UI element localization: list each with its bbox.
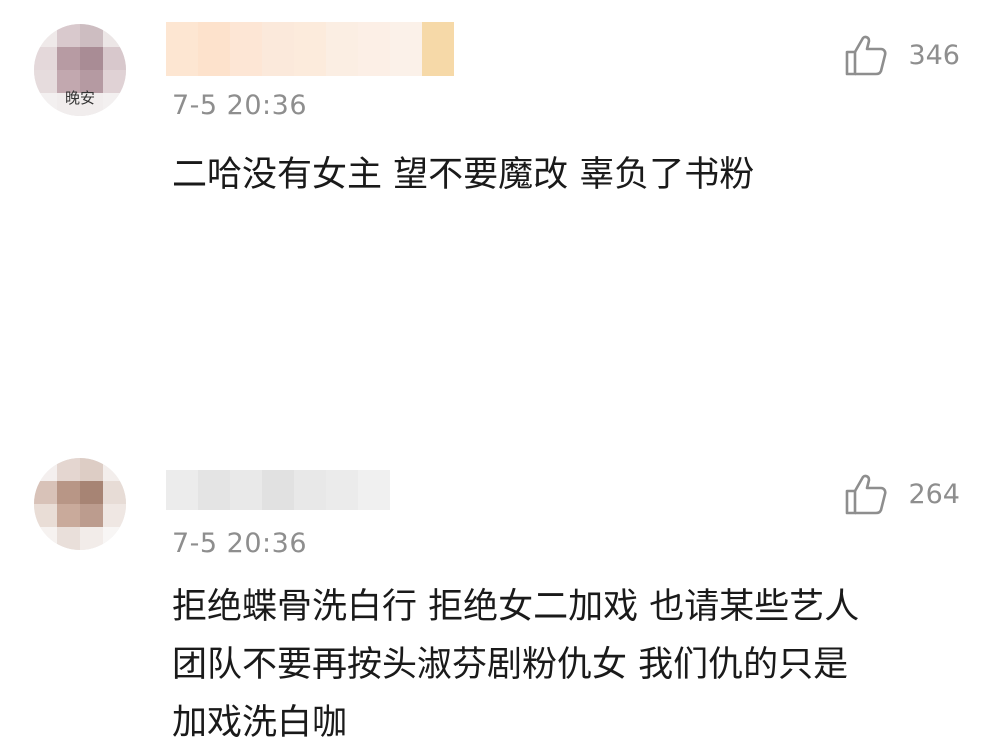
comment-text: 二哈没有女主 望不要魔改 辜负了书粉 [172, 146, 952, 204]
comment-text: 拒绝蝶骨洗白行 拒绝女二加戏 也请某些艺人 团队不要再按头淑芬剧粉仇女 我们仇的… [172, 578, 952, 752]
like-count: 264 [908, 478, 960, 510]
comment-timestamp: 7-5 20:36 [172, 528, 307, 559]
comment-item: 晚安 7-5 20:36 346 二哈没有女主 望不要魔改 辜负了书粉 [0, 0, 1000, 220]
avatar-pixelated-image [34, 458, 126, 550]
comment-text-line: 拒绝蝶骨洗白行 拒绝女二加戏 也请某些艺人 [172, 587, 860, 627]
comment-item: 7-5 20:36 264 拒绝蝶骨洗白行 拒绝女二加戏 也请某些艺人 团队不要… [0, 220, 1000, 743]
avatar[interactable]: 晚安 [34, 24, 126, 116]
avatar[interactable] [34, 458, 126, 550]
comment-text-line: 二哈没有女主 望不要魔改 辜负了书粉 [172, 155, 755, 195]
username-blurred[interactable] [166, 22, 454, 76]
like-button[interactable]: 346 [844, 33, 960, 77]
username-blurred[interactable] [166, 470, 390, 510]
like-count: 346 [908, 39, 960, 71]
thumbs-up-icon[interactable] [844, 33, 888, 77]
comment-text-line: 加戏洗白咖 [172, 703, 348, 743]
comment-timestamp: 7-5 20:36 [172, 90, 307, 121]
thumbs-up-icon[interactable] [844, 472, 888, 516]
avatar-caption: 晚安 [64, 89, 95, 107]
comment-text-line: 团队不要再按头淑芬剧粉仇女 我们仇的只是 [172, 645, 849, 685]
like-button[interactable]: 264 [844, 472, 960, 516]
